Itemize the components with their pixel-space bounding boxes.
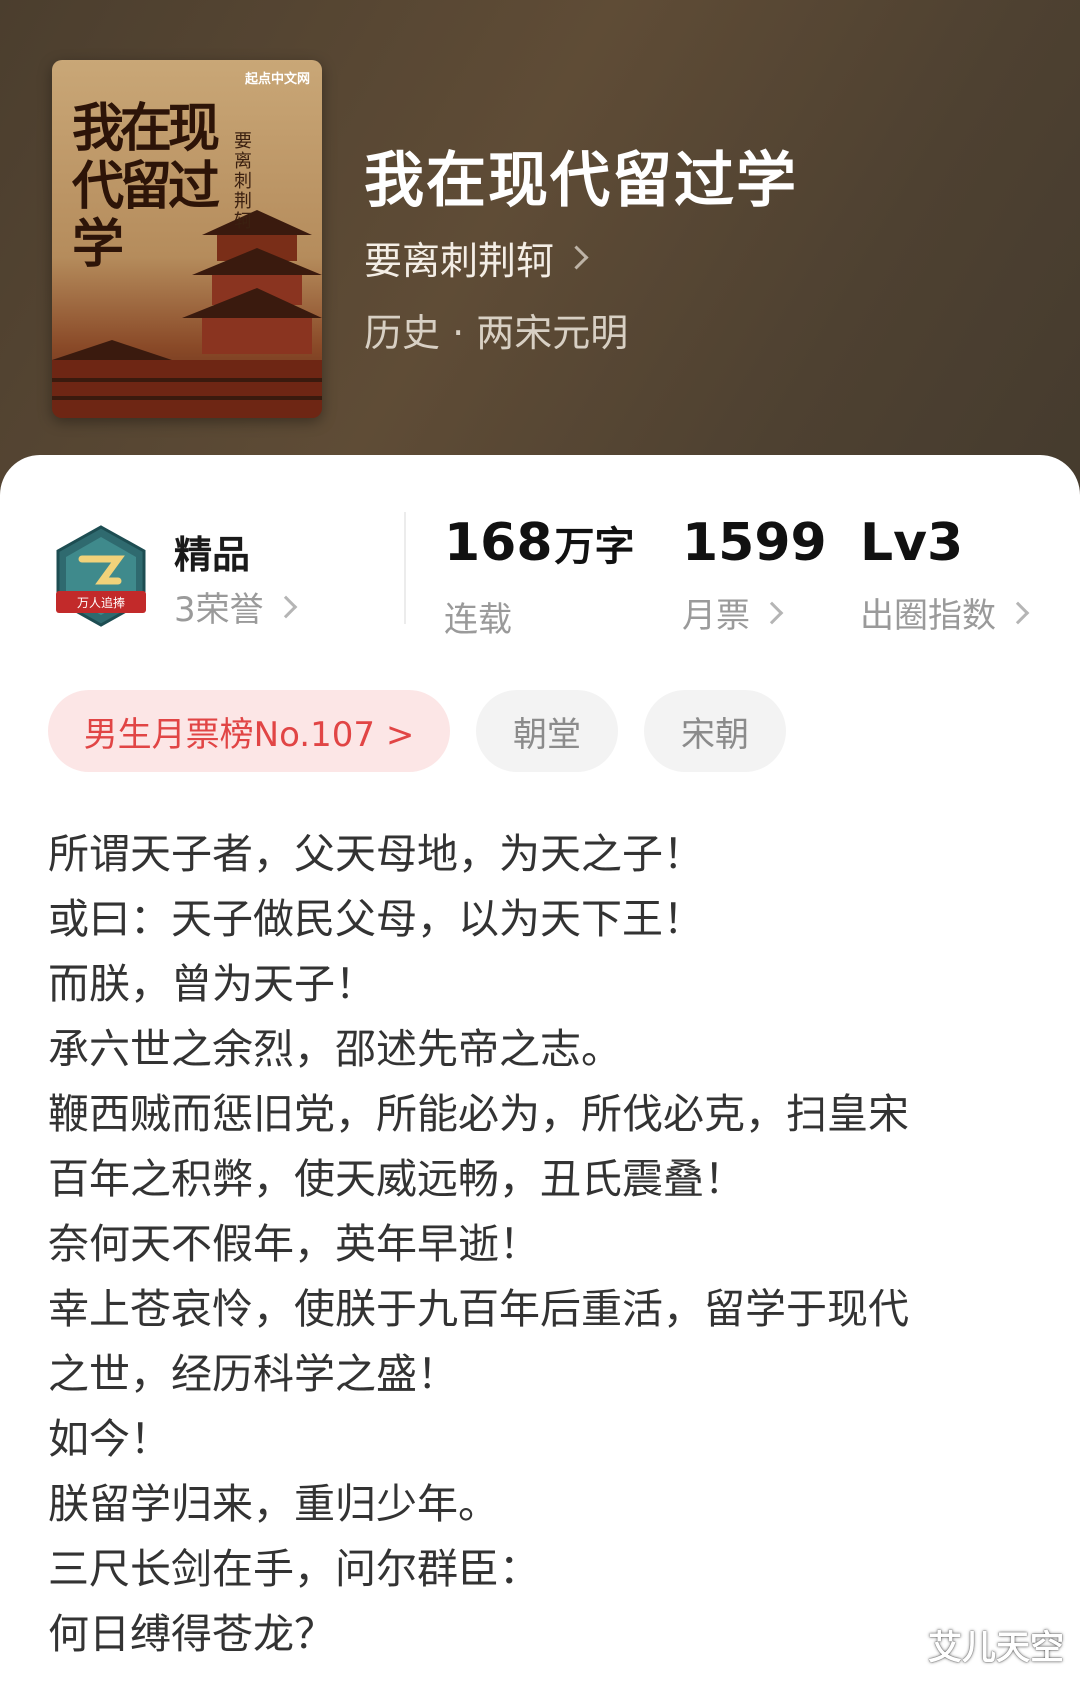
book-category[interactable]: 历史 · 两宋元明 [364,302,628,357]
synopsis-line: 如今！ [48,1415,171,1463]
synopsis-line: 何日缚得苍龙？ [48,1610,335,1658]
chevron-right-icon [760,601,784,624]
cover-brand-logo: 起点中文网 [244,72,310,87]
stat-label: 月票 [682,596,750,636]
watermark: 艾儿天空 [928,1628,1064,1668]
honors-count: 3荣誉 [174,590,264,630]
author-link[interactable]: 要离刺荆轲 [364,230,589,285]
stat-monthly-tickets[interactable]: 1599 月票 [682,512,827,637]
badge-text: 万人追捧 [77,595,125,610]
synopsis-line: 之世，经历科学之盛！ [48,1350,458,1398]
synopsis-line: 承六世之余烈，邵述先帝之志。 [48,1025,622,1073]
stat-value: Lv3 [860,513,964,573]
synopsis-line: 鞭西贼而惩旧党，所能必为，所伐必克，扫皇宋 [48,1090,909,1138]
synopsis-line: 三尺长剑在手，问尔群臣： [48,1545,540,1593]
book-header: 起点中文网 我在现代留过学 要离刺荆轲 我在现代留过学 要离刺荆轲 历史 · 两… [0,0,1080,500]
book-synopsis: 所谓天子者，父天母地，为天之子！ 或曰：天子做民父母，以为天下王！ 而朕，曾为天… [48,822,1048,1667]
book-title: 我在现代留过学 [364,146,798,216]
stat-label: 出圈指数 [860,596,996,636]
divider [404,512,406,624]
tag-chip[interactable]: 宋朝 [644,690,786,772]
chevron-right-icon [1006,601,1030,624]
cover-author: 要离刺荆轲 [234,131,252,232]
synopsis-line: 朕留学归来，重归少年。 [48,1480,499,1528]
monthly-ticket-rank-chip[interactable]: 男生月票榜No.107 > [48,690,450,772]
chevron-right-icon [564,245,589,270]
synopsis-line: 所谓天子者，父天母地，为天之子！ [48,830,704,878]
stat-influence-index[interactable]: Lv3 出圈指数 [860,512,1030,637]
tag-chip[interactable]: 朝堂 [476,690,618,772]
stat-value: 1599 [682,513,827,573]
synopsis-line: 而朕，曾为天子！ [48,960,376,1008]
stat-unit: 万字 [554,524,635,570]
stat-label: 连载 [444,600,512,640]
book-cover[interactable]: 起点中文网 我在现代留过学 要离刺荆轲 [52,60,322,418]
author-name: 要离刺荆轲 [364,239,555,283]
honor-badge-icon[interactable]: 万人追捧 [52,525,150,627]
stat-value: 168 [444,513,553,573]
cover-title: 我在现代留过学 [72,98,220,275]
honors-link[interactable]: 3荣誉 [174,582,297,631]
synopsis-line: 奈何天不假年，英年早逝！ [48,1220,540,1268]
grade-label: 精品 [174,533,251,577]
synopsis-line: 百年之积弊，使天威远畅，丑氏震叠！ [48,1155,745,1203]
chevron-right-icon [274,595,297,618]
synopsis-line: 幸上苍哀怜，使朕于九百年后重活，留学于现代 [48,1285,909,1333]
synopsis-line: 或曰：天子做民父母，以为天下王！ [48,895,704,943]
stat-word-count: 168 万字 连载 [444,512,635,641]
